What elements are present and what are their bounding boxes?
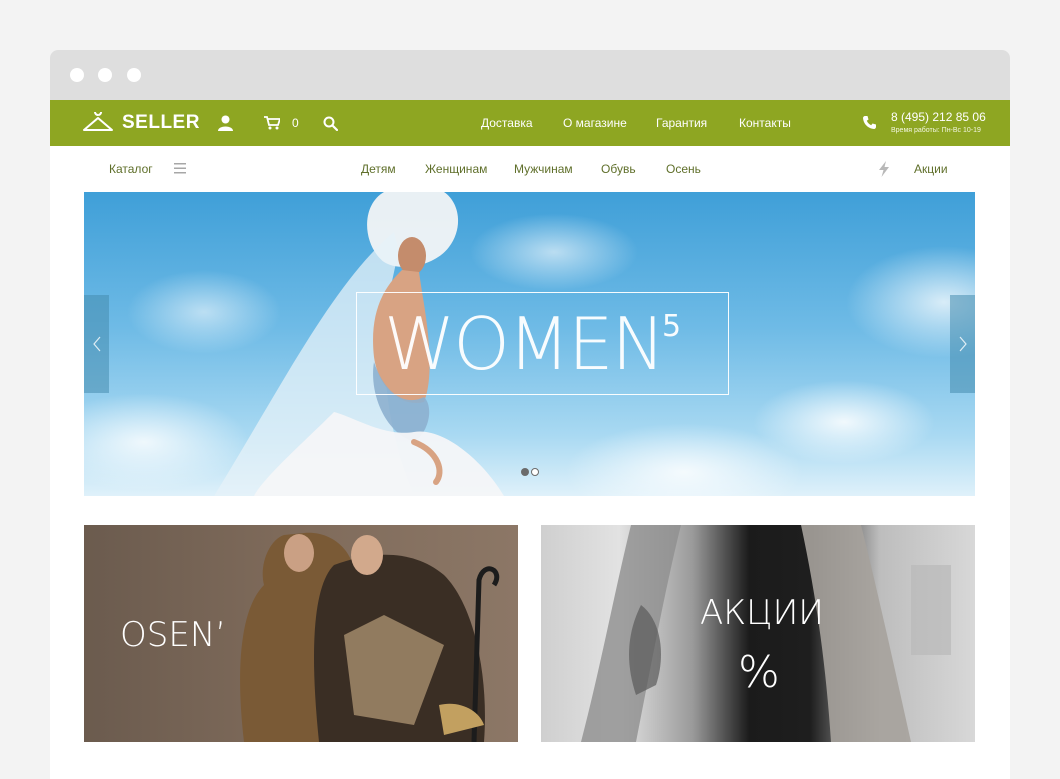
site-logo[interactable]: SELLER xyxy=(82,112,200,134)
catalog-link[interactable]: Каталог xyxy=(109,162,153,176)
slider-dot-1[interactable] xyxy=(521,468,529,476)
category-shoes[interactable]: Обувь xyxy=(601,162,636,176)
sale-link[interactable]: Акции xyxy=(914,162,948,176)
category-men[interactable]: Мужчинам xyxy=(514,162,573,176)
working-hours: Время работы: Пн-Вс 10-19 xyxy=(891,127,981,134)
search-button[interactable] xyxy=(323,114,338,132)
window-maximize-dot[interactable] xyxy=(127,68,141,82)
category-women[interactable]: Женщинам xyxy=(425,162,487,176)
logo-text: SELLER xyxy=(122,112,200,133)
hamburger-icon[interactable] xyxy=(174,163,186,174)
chevron-left-icon xyxy=(92,336,100,352)
phone-number[interactable]: 8 (495) 212 85 06 xyxy=(891,110,986,124)
nav-delivery[interactable]: Доставка xyxy=(481,116,533,130)
promo-sale-label: АКЦИИ xyxy=(700,593,824,633)
slider-next-button[interactable] xyxy=(950,295,975,393)
lightning-icon xyxy=(879,161,889,177)
promo-autumn-banner[interactable]: OSEN’ xyxy=(84,525,518,742)
hanger-icon xyxy=(83,112,113,131)
nav-about[interactable]: О магазине xyxy=(563,116,627,130)
window-close-dot[interactable] xyxy=(70,68,84,82)
promo-sale-image xyxy=(581,525,951,742)
browser-titlebar xyxy=(50,50,1010,100)
slider-prev-button[interactable] xyxy=(84,295,109,393)
phone-icon xyxy=(863,116,876,129)
nav-warranty[interactable]: Гарантия xyxy=(656,116,707,130)
slider-dot-2[interactable] xyxy=(531,468,539,476)
cart-count: 0 xyxy=(292,116,299,130)
promo-sale-banner[interactable]: АКЦИИ % xyxy=(541,525,975,742)
category-kids[interactable]: Детям xyxy=(361,162,396,176)
hero-slider[interactable]: WOMEN 5 xyxy=(84,192,975,496)
search-icon xyxy=(323,116,338,131)
category-autumn[interactable]: Осень xyxy=(666,162,701,176)
account-button[interactable] xyxy=(218,114,233,132)
chevron-right-icon xyxy=(959,336,967,352)
cart-button[interactable]: 0 xyxy=(264,114,299,132)
nav-contacts[interactable]: Контакты xyxy=(739,116,791,130)
browser-window: SELLER 0 Доставка О магазине Гарантия Ко… xyxy=(50,50,1010,779)
cart-icon xyxy=(264,116,280,130)
top-header: SELLER 0 Доставка О магазине Гарантия Ко… xyxy=(50,100,1010,146)
promo-sale-percent: % xyxy=(738,647,780,698)
promo-autumn-label: OSEN’ xyxy=(120,615,227,655)
window-minimize-dot[interactable] xyxy=(98,68,112,82)
category-bar: Каталог Детям Женщинам Мужчинам Обувь Ос… xyxy=(50,146,1010,192)
user-icon xyxy=(218,115,233,131)
hero-title: WOMEN xyxy=(384,302,665,386)
hero-title-superscript: 5 xyxy=(662,309,682,344)
